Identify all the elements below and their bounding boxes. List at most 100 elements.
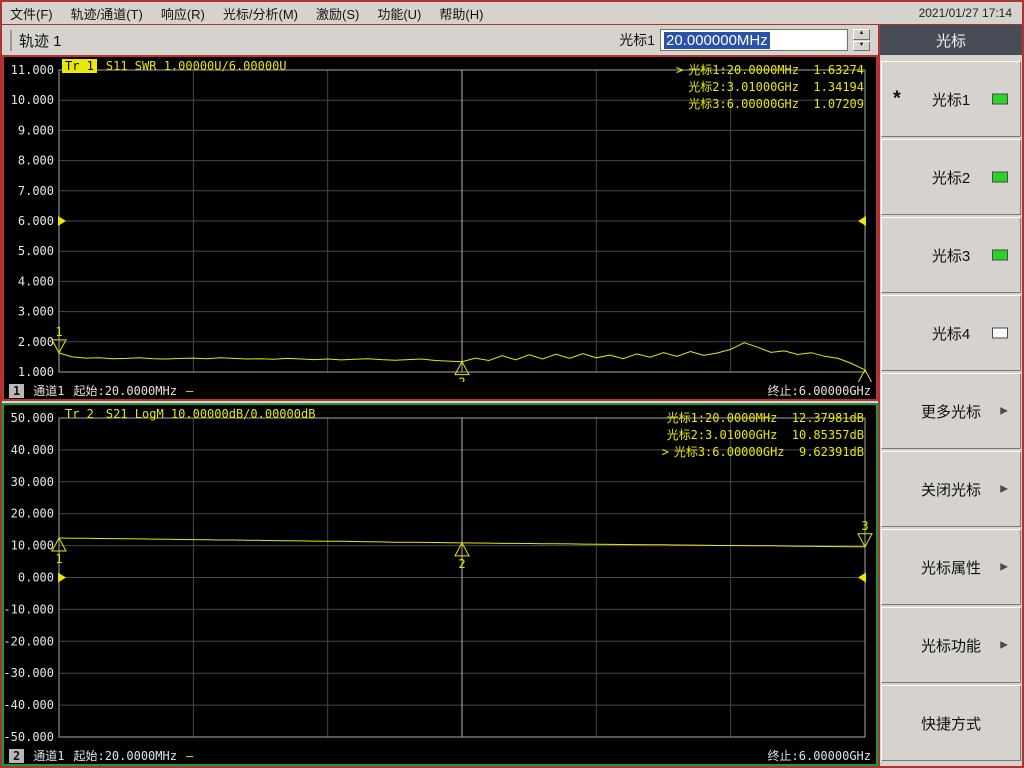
active-marker-asterisk: * (893, 87, 901, 110)
channel-status-bar: 2 通道1 起始:20.0000MHz — 终止:6.00000GHz (4, 747, 876, 764)
marker-number-label: 1 (55, 325, 62, 339)
marker-led-indicator-off (992, 327, 1008, 339)
sweep-indicator: — (185, 748, 194, 763)
y-tick-label: 8.000 (18, 154, 54, 168)
vna-window: 文件(F) 轨迹/通道(T) 响应(R) 光标/分析(M) 激励(S) 功能(U) 帮助(H… (0, 0, 1024, 768)
channel-number-box: 1 (9, 383, 25, 398)
menu-item[interactable]: 激励(S) (316, 4, 359, 23)
softkey-label: 快捷方式 (920, 715, 981, 733)
softkey-label: 光标2 (931, 169, 971, 187)
marker-led-indicator-on (992, 249, 1008, 261)
active-marker-caret: > (661, 445, 669, 459)
y-tick-label: -10.000 (4, 602, 54, 616)
ref-level-arrow-left (58, 216, 66, 226)
y-tick-label: 10.000 (11, 539, 54, 553)
y-tick-label: 11.000 (11, 63, 54, 77)
marker-readout-text: 光标3:6.00000GHz 9.62391dB (673, 445, 864, 459)
y-tick-label: 2.000 (18, 335, 54, 349)
menu-item[interactable]: 光标/分析(M) (223, 4, 298, 23)
menu-item[interactable]: 功能(U) (377, 4, 421, 23)
spinner-up-button[interactable]: ▲ (853, 29, 870, 40)
y-tick-label: 40.000 (11, 443, 54, 457)
y-tick-label: 0.000 (18, 571, 54, 585)
marker-readout-text: 光标2:3.01000GHz 1.34194 (688, 80, 864, 94)
marker-entry-group: 光标1 20.000000MHz ▲ ▼ (619, 29, 870, 51)
channel-status-bar: 1 通道1 起始:20.0000MHz — 终止:6.00000GHz (4, 382, 876, 399)
softkey-button-marker3[interactable]: 光标3 (881, 217, 1021, 293)
softkey-label: 关闭光标 (920, 481, 981, 499)
menu-item[interactable]: 轨迹/通道(T) (71, 4, 143, 23)
trace-title-bar: Tr 2 S21 LogM 10.00000dB/0.00000dB (62, 407, 315, 421)
trace-format-label: S11 SWR 1.00000U/6.00000U (105, 59, 287, 73)
menu-items-container: 文件(F) 轨迹/通道(T) 响应(R) 光标/分析(M) 激励(S) 功能(U) 帮助(H… (10, 4, 483, 23)
menu-item[interactable]: 响应(R) (161, 4, 205, 23)
marker-readout-line: > 光标3:6.00000GHz 9.62391dB (662, 444, 864, 461)
y-tick-label: 10.000 (11, 93, 54, 107)
main-content: Tr 1 S11 SWR 1.00000U/6.00000U > 光标1:20.000… (2, 55, 1022, 766)
y-tick-label: 3.000 (18, 305, 54, 319)
y-tick-label: 20.000 (11, 507, 54, 521)
marker-number-label: 3 (861, 519, 868, 533)
ref-level-arrow-left (58, 572, 66, 583)
marker-readout-text: 光标3:6.00000GHz 1.07209 (688, 97, 864, 111)
marker-readout-text: 光标1:20.0000MHz 1.63274 (688, 63, 864, 77)
softkey-button-shortcuts[interactable]: 快捷方式 (881, 685, 1021, 761)
ref-level-arrow-right (858, 572, 866, 583)
softkey-button-marker-properties[interactable]: 光标属性 ▶ (881, 529, 1021, 605)
y-tick-label: 5.000 (18, 244, 54, 258)
charts-column: Tr 1 S11 SWR 1.00000U/6.00000U > 光标1:20.000… (2, 55, 880, 766)
marker-readout-line: 光标2:3.01000GHz 1.34194 (676, 79, 864, 96)
softkey-label: 光标4 (931, 325, 971, 343)
softkey-button-close-markers[interactable]: 关闭光标 ▶ (881, 451, 1021, 527)
marker-number-label: 1 (55, 552, 62, 566)
active-trace-label: 轨迹 1 (10, 29, 62, 51)
menu-bar: 文件(F) 轨迹/通道(T) 响应(R) 光标/分析(M) 激励(S) 功能(U) 帮助(H… (2, 2, 1022, 25)
stop-frequency-label: 终止:6.00000GHz (767, 384, 871, 398)
toolbar-row: 轨迹 1 光标1 20.000000MHz ▲ ▼ 光标 (2, 25, 1022, 55)
trace-title-bar: Tr 1 S11 SWR 1.00000U/6.00000U (62, 59, 287, 73)
start-frequency-label: 起始:20.0000MHz (73, 384, 177, 398)
softkey-label: 更多光标 (920, 403, 981, 421)
softkey-button-more-markers[interactable]: 更多光标 ▶ (881, 373, 1021, 449)
ref-level-arrow-right (858, 216, 866, 226)
spinner-down-button[interactable]: ▼ (853, 40, 870, 51)
marker-readout-line: 光标3:6.00000GHz 1.07209 (676, 96, 864, 113)
marker-led-indicator-on (992, 171, 1008, 183)
active-marker-caret: > (676, 63, 684, 77)
marker-frequency-value: 20.000000MHz (664, 31, 770, 49)
y-tick-label: -40.000 (4, 698, 54, 712)
channel-number-box: 2 (9, 748, 25, 763)
submenu-arrow-icon: ▶ (1000, 561, 1008, 573)
marker-readout-block: > 光标1:20.0000MHz 1.63274 光标2:3.01000GHz 1.… (676, 62, 864, 113)
softkey-button-marker4[interactable]: 光标4 (881, 295, 1021, 371)
marker-frequency-input[interactable]: 20.000000MHz (660, 29, 848, 51)
y-tick-label: -50.000 (4, 730, 54, 744)
y-tick-label: 7.000 (18, 184, 54, 198)
y-tick-label: -20.000 (4, 634, 54, 648)
marker-readout-line: > 光标1:20.0000MHz 1.63274 (676, 62, 864, 79)
softkey-button-marker2[interactable]: 光标2 (881, 139, 1021, 215)
menu-item[interactable]: 帮助(H) (439, 4, 483, 23)
trace-number-tag[interactable]: Tr 2 (62, 407, 97, 421)
submenu-arrow-icon: ▶ (1000, 483, 1008, 495)
submenu-arrow-icon: ▶ (1000, 639, 1008, 651)
marker-readout-text: 光标2:3.01000GHz 10.85357dB (666, 428, 864, 442)
y-tick-label: 4.000 (18, 274, 54, 288)
marker-readout-text: 光标1:20.0000MHz 12.37981dB (666, 411, 864, 425)
datetime-display: 2021/01/27 17:14 (918, 6, 1012, 20)
marker-led-indicator-on (992, 93, 1008, 105)
softkey-label: 光标功能 (920, 637, 981, 655)
y-tick-label: 30.000 (11, 475, 54, 489)
logmag-chart-panel: Tr 2 S21 LogM 10.00000dB/0.00000dB 光标1:20.… (2, 403, 878, 766)
marker-number-label: 2 (458, 557, 465, 571)
softkey-button-marker-functions[interactable]: 光标功能 ▶ (881, 607, 1021, 683)
y-tick-label: 9.000 (18, 123, 54, 137)
submenu-arrow-icon: ▶ (1000, 405, 1008, 417)
menu-item[interactable]: 文件(F) (10, 4, 53, 23)
y-tick-label: 1.000 (18, 365, 54, 379)
y-tick-label: 50.000 (11, 411, 54, 425)
softkey-button-marker1[interactable]: * 光标1 (881, 61, 1021, 137)
trace-number-tag[interactable]: Tr 1 (62, 59, 97, 73)
toolbar-main: 轨迹 1 光标1 20.000000MHz ▲ ▼ (2, 25, 880, 55)
sweep-indicator: — (185, 383, 194, 398)
